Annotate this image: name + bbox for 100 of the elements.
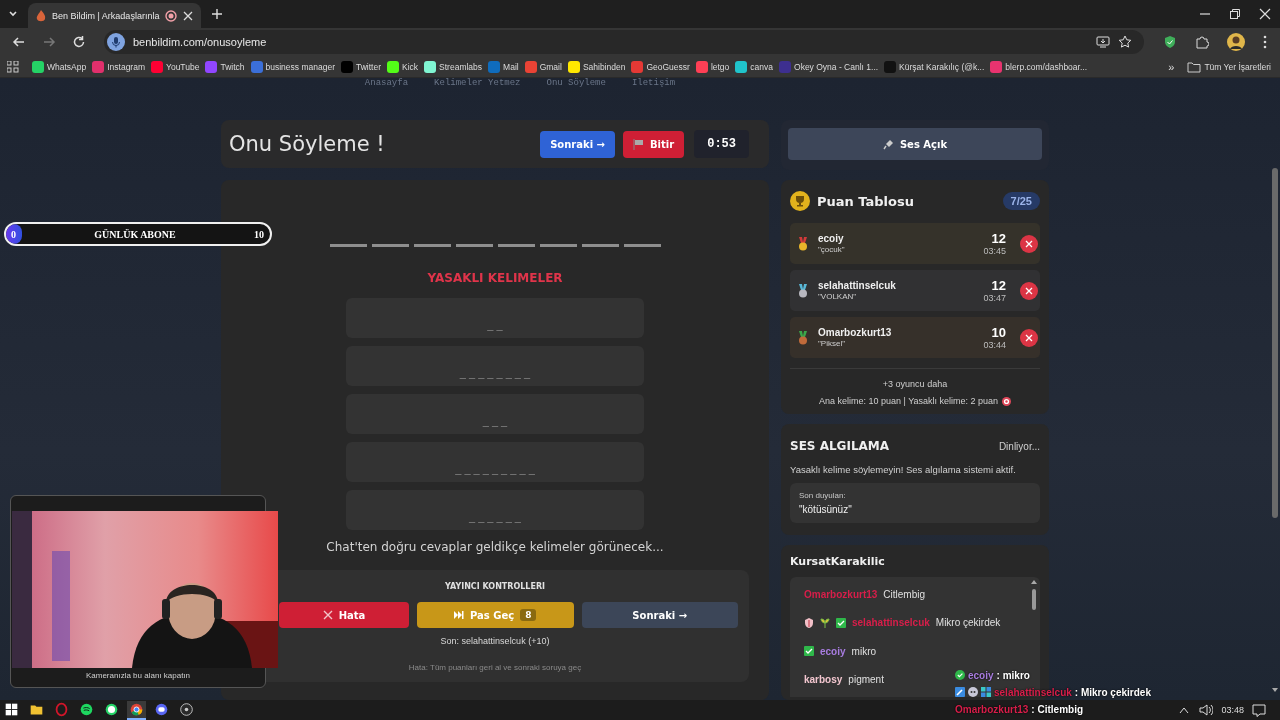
- hint-text: Chat'ten doğru cevaplar geldikçe kelimeler görünecek...: [326, 540, 664, 554]
- bookmark[interactable]: Okey Oyna - Canlı 1...: [776, 60, 882, 73]
- goal-target: 10: [254, 228, 264, 240]
- next-button[interactable]: Sonraki →: [581, 602, 738, 628]
- answer-text: "VOLKAN": [818, 292, 858, 301]
- bookmark[interactable]: canva: [732, 60, 776, 73]
- bookmark[interactable]: GeoGuessr: [628, 60, 693, 73]
- help-text: Hata: Tüm puanları geri al ve sonraki soruya geç: [408, 663, 582, 672]
- chrome-icon[interactable]: [127, 700, 146, 720]
- score: 12: [990, 231, 1006, 246]
- hidden-word: _ _: [487, 319, 503, 331]
- hidden-word: _ _ _: [482, 415, 508, 427]
- score: 12: [990, 278, 1006, 293]
- close-icon[interactable]: [1259, 8, 1271, 20]
- remove-icon[interactable]: [1020, 281, 1038, 300]
- browser-tab[interactable]: Ben Bildim | Arkadaşlarınla: [28, 3, 202, 28]
- menu-icon[interactable]: [1263, 35, 1267, 49]
- bookmark[interactable]: Sahibinden: [564, 60, 629, 73]
- pass-button[interactable]: Pas Geç 8: [417, 602, 574, 628]
- chat-message: : Citlembig: [1031, 703, 1084, 715]
- card-title: SES ALGILAMA: [790, 439, 890, 453]
- notification-icon[interactable]: [1252, 703, 1266, 717]
- count-badge: 8: [520, 609, 537, 621]
- shield-icon[interactable]: [1163, 35, 1177, 49]
- clock[interactable]: 03:48: [1221, 705, 1244, 715]
- extensions-icon[interactable]: [1195, 35, 1209, 49]
- bookmark[interactable]: Kick: [384, 60, 422, 73]
- apps-icon[interactable]: [7, 60, 19, 73]
- volume-icon[interactable]: [1199, 704, 1214, 716]
- next-button[interactable]: Sonraki →: [540, 130, 615, 158]
- badge-icon: [981, 687, 991, 697]
- time-text: 03:47: [983, 293, 1006, 303]
- chat-username: ecoiy: [820, 645, 846, 657]
- error-button[interactable]: Hata: [279, 602, 409, 628]
- tab-title: Ben Bildim | Arkadaşlarınla: [52, 10, 160, 21]
- hidden-word: _ _ _ _ _ _ _ _: [459, 367, 531, 379]
- bookmark-folder[interactable]: Tüm Yer İşaretleri: [1184, 60, 1274, 73]
- folder-icon: [1187, 60, 1202, 73]
- back-icon[interactable]: [12, 35, 26, 49]
- chat-message: pigment: [848, 673, 884, 685]
- flame-icon: [36, 9, 46, 22]
- bookmark[interactable]: WhatsApp: [29, 60, 90, 73]
- remove-icon[interactable]: [1020, 328, 1038, 347]
- goal-start: 0: [11, 228, 16, 240]
- forward-icon[interactable]: [42, 35, 56, 49]
- more-players-text: +3 oyuncu daha: [790, 368, 1040, 389]
- badge-icon: [804, 646, 814, 657]
- remove-icon[interactable]: [1020, 234, 1038, 253]
- microphone-icon: [882, 138, 894, 150]
- card-title: KursatKarakilic: [790, 555, 886, 568]
- nav-link[interactable]: Kelimeler Yetmez: [434, 78, 521, 92]
- chat-message: : Mikro çekirdek: [1074, 686, 1151, 698]
- more-bookmarks-button[interactable]: »: [1168, 60, 1175, 73]
- target-icon: [1002, 396, 1012, 406]
- bookmark[interactable]: Twitter: [338, 60, 384, 73]
- medal-icon: [798, 330, 808, 345]
- last-answer-text: Son: selahattinselcuk (+10): [440, 636, 550, 646]
- bookmark[interactable]: Mail: [485, 60, 522, 73]
- trophy-icon: [790, 191, 810, 211]
- bookmark[interactable]: Kürşat Karakılıç (@k...: [881, 60, 988, 73]
- bookmark[interactable]: Twitch: [202, 60, 248, 73]
- skip-icon: [454, 611, 465, 619]
- bookmark[interactable]: letgo: [692, 60, 733, 73]
- description-text: Yasaklı kelime söylemeyin! Ses algılama sistemi aktif.: [790, 464, 1017, 475]
- close-icon[interactable]: [183, 10, 194, 21]
- microphone-icon: [107, 33, 125, 51]
- chevron-up-icon[interactable]: [1179, 706, 1190, 714]
- new-tab-icon[interactable]: [211, 8, 224, 20]
- bookmark[interactable]: blerp.com/dashboar...: [987, 60, 1090, 73]
- reload-icon[interactable]: [72, 35, 86, 49]
- player-name: selahattinselcuk: [818, 280, 896, 291]
- install-icon[interactable]: [1096, 35, 1110, 49]
- avatar-icon[interactable]: [1227, 33, 1245, 51]
- chat-message: mikro: [851, 645, 877, 657]
- address-field[interactable]: benbildim.com/onusoyleme: [104, 30, 1144, 54]
- time-text: 03:44: [983, 340, 1006, 350]
- bookmark[interactable]: Gmail: [521, 60, 565, 73]
- bookmark[interactable]: YouTube: [148, 60, 203, 73]
- scrollbar[interactable]: [1031, 580, 1037, 610]
- status-text: Dinliyor...: [998, 440, 1040, 452]
- scoring-rules-text: Ana kelime: 10 puan | Yasaklı kelime: 2 puan: [818, 396, 999, 406]
- chat-message: Citlembig: [883, 589, 926, 601]
- bookmark[interactable]: Streamlabs: [421, 60, 486, 73]
- sound-button[interactable]: Ses Açık: [788, 128, 1042, 160]
- star-icon[interactable]: [1118, 35, 1132, 49]
- badge-icon: [836, 617, 846, 628]
- player-name: Omarbozkurt13: [818, 327, 892, 338]
- chat-username: selahattinselcuk: [994, 686, 1072, 698]
- answer-text: "çocuk": [818, 245, 845, 254]
- bookmark[interactable]: business manager: [247, 60, 338, 73]
- bookmark[interactable]: Instagram: [89, 60, 148, 73]
- badge-icon: [804, 617, 814, 628]
- chat-username: karbosy: [804, 673, 843, 685]
- hidden-word: _ _ _ _ _ _ _ _ _: [455, 463, 535, 475]
- restore-icon[interactable]: [1229, 8, 1241, 20]
- chat-username: selahattinselcuk: [852, 617, 930, 629]
- x-icon: [322, 610, 333, 620]
- answer-text: "Piksel": [818, 339, 847, 348]
- finish-button[interactable]: Bitir: [623, 130, 685, 158]
- heard-word: "kötüsünüz": [799, 504, 853, 515]
